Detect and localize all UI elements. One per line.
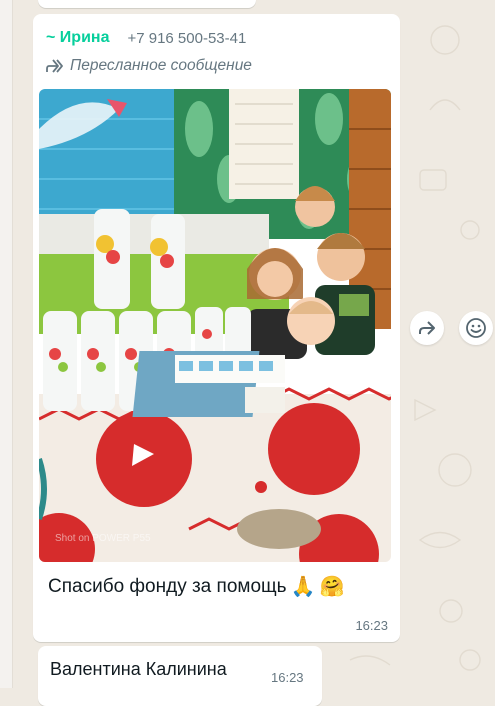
left-panel-edge — [0, 0, 13, 688]
forward-icon — [419, 321, 435, 335]
photo-watermark: Shot on POWER P55 — [55, 533, 151, 544]
react-button[interactable] — [459, 311, 493, 345]
message-time: 16:23 — [355, 618, 388, 633]
next-message-text: Валентина Калинина — [50, 659, 227, 679]
forward-button[interactable] — [410, 311, 444, 345]
next-message-bubble[interactable]: Валентина Калинина 16:23 — [38, 646, 322, 706]
forwarded-indicator: Пересланное сообщение — [45, 57, 252, 75]
sender-header: ~ Ирина +7 916 500-53-41 — [46, 28, 246, 48]
sender-phone: +7 916 500-53-41 — [127, 29, 247, 47]
next-message-time: 16:23 — [271, 670, 304, 685]
message-caption: Спасибо фонду за помощь 🙏 🤗 — [48, 574, 344, 599]
forwarded-photo-message[interactable]: ~ Ирина +7 916 500-53-41 Пересланное соо… — [33, 14, 400, 642]
forwarded-label: Пересланное сообщение — [70, 57, 252, 74]
forwarded-icon — [46, 59, 63, 73]
sender-name[interactable]: ~ Ирина — [46, 29, 109, 47]
folded-hands-emoji: 🙏 — [290, 576, 316, 598]
message-photo[interactable]: Shot on POWER P55 — [39, 89, 391, 562]
caption-text: Спасибо фонду за помощь — [48, 575, 287, 597]
hugging-face-emoji: 🤗 — [319, 576, 345, 598]
smiley-icon — [466, 318, 486, 338]
previous-message-bubble[interactable] — [38, 0, 256, 8]
